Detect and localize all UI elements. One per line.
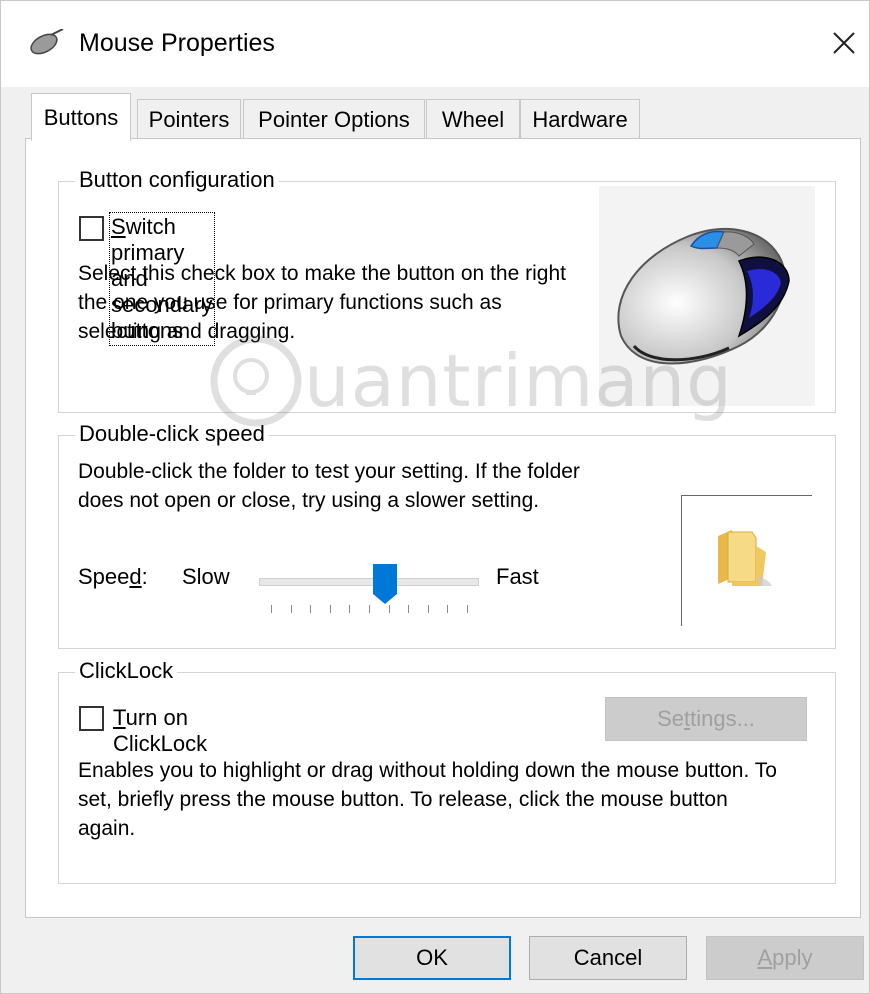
tab-hardware[interactable]: Hardware — [520, 99, 640, 139]
slider-tick — [369, 605, 370, 613]
access-key: A — [757, 945, 773, 970]
label-text: OK — [416, 945, 448, 970]
double-click-description: Double-click the folder to test your set… — [78, 460, 580, 512]
tab-pointers[interactable]: Pointers — [137, 99, 241, 139]
tab-pointer-options[interactable]: Pointer Options — [243, 99, 425, 139]
tab-wheel[interactable]: Wheel — [426, 99, 520, 139]
slider-tick — [467, 605, 468, 613]
access-key: S — [111, 214, 126, 239]
label-text: tings... — [690, 706, 755, 731]
label-text: Spee — [78, 564, 130, 589]
fast-label: Fast — [496, 564, 539, 589]
slider-tick — [388, 605, 390, 613]
clicklock-settings-button[interactable]: Se t tings... — [605, 697, 807, 741]
label-text: Se — [657, 706, 684, 731]
slider-tick — [349, 605, 351, 613]
slider-tick — [427, 605, 429, 613]
double-click-test-area[interactable] — [681, 495, 812, 626]
speed-slider-track[interactable] — [259, 578, 479, 586]
speed-label: Speed: — [78, 564, 148, 590]
label-text: Cancel — [573, 945, 643, 970]
speed-slider-thumb[interactable] — [372, 564, 397, 604]
slider-tick — [447, 605, 449, 613]
ok-button[interactable]: OK — [353, 936, 511, 980]
close-button[interactable] — [819, 19, 869, 69]
mouse-properties-dialog: Mouse Properties Buttons Pointers Pointe… — [0, 0, 870, 994]
cancel-button[interactable]: Cancel — [529, 936, 687, 980]
clicklock-label[interactable]: Turn on ClickLock — [113, 705, 207, 757]
slider-tick — [290, 605, 292, 613]
tab-label: Hardware — [532, 106, 628, 132]
tab-buttons[interactable]: Buttons — [31, 93, 131, 141]
tab-label: Wheel — [441, 106, 505, 132]
access-key: T — [113, 705, 126, 730]
mouse-icon — [27, 28, 67, 55]
window-title: Mouse Properties — [79, 29, 275, 57]
slow-label: Slow — [182, 564, 230, 589]
slider-tick — [271, 605, 272, 613]
label-text: : — [141, 564, 148, 589]
tab-label: Buttons — [43, 104, 119, 130]
mouse-illustration — [599, 186, 815, 406]
tab-label: Pointer Options — [258, 106, 410, 132]
tab-label: Pointers — [148, 106, 230, 132]
group-label: ClickLock — [75, 658, 178, 684]
label-text: pply — [772, 945, 813, 970]
button-config-description: Select this check box to make the button… — [78, 262, 566, 343]
title-bar: Mouse Properties — [1, 1, 869, 87]
group-label: Double-click speed — [75, 421, 269, 447]
switch-buttons-checkbox[interactable] — [79, 216, 104, 241]
close-icon — [832, 25, 856, 64]
access-key: d — [129, 564, 142, 589]
clicklock-checkbox[interactable] — [79, 706, 104, 731]
group-label: Button configuration — [75, 167, 279, 193]
clicklock-description: Enables you to highlight or drag without… — [78, 759, 777, 840]
apply-button[interactable]: Apply — [706, 936, 864, 980]
folder-icon[interactable] — [712, 526, 774, 593]
label-text: urn on ClickLock — [113, 705, 208, 756]
slider-tick — [310, 605, 312, 613]
slider-tick — [329, 605, 331, 613]
slider-tick — [408, 605, 410, 613]
